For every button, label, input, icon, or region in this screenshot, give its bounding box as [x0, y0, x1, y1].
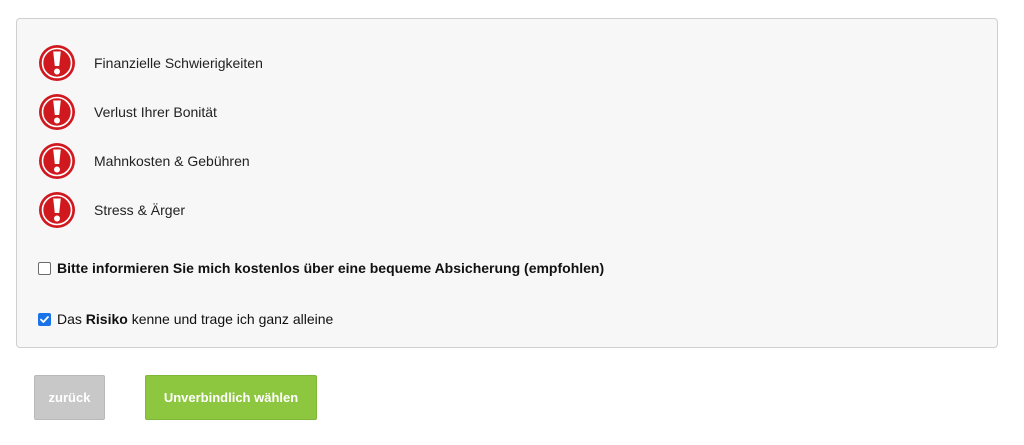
risk-label: Stress & Ärger	[94, 201, 186, 218]
choose-button[interactable]: Unverbindlich wählen	[145, 375, 317, 420]
risk-accept-label[interactable]: Das Risiko kenne und trage ich ganz alle…	[57, 311, 333, 327]
back-button[interactable]: zurück	[34, 375, 105, 420]
exclamation-warning-icon	[39, 93, 75, 130]
risk-accept-checkbox[interactable]	[38, 312, 51, 326]
risk-item: Mahnkosten & Gebühren	[38, 136, 263, 185]
inform-option[interactable]: Bitte informieren Sie mich kostenlos übe…	[38, 260, 604, 276]
risk-label: Mahnkosten & Gebühren	[94, 152, 250, 169]
risk-accept-label-post: kenne und trage ich ganz alleine	[127, 311, 334, 327]
checkmark-icon	[40, 315, 49, 323]
inform-label[interactable]: Bitte informieren Sie mich kostenlos übe…	[57, 260, 604, 276]
risk-accept-option[interactable]: Das Risiko kenne und trage ich ganz alle…	[38, 311, 333, 327]
risk-list: Finanzielle Schwierigkeiten Verlust Ihre…	[38, 38, 263, 234]
risk-item: Stress & Ärger	[38, 185, 263, 234]
risk-item: Verlust Ihrer Bonität	[38, 87, 263, 136]
exclamation-warning-icon	[39, 142, 75, 179]
risk-accept-label-bold: Risiko	[85, 311, 128, 327]
risk-label: Finanzielle Schwierigkeiten	[94, 54, 263, 71]
risk-accept-label-pre: Das	[57, 311, 86, 327]
risk-item: Finanzielle Schwierigkeiten	[38, 38, 263, 87]
exclamation-warning-icon	[39, 191, 75, 228]
exclamation-warning-icon	[39, 44, 75, 81]
risk-panel: Finanzielle Schwierigkeiten Verlust Ihre…	[16, 18, 998, 348]
risk-label: Verlust Ihrer Bonität	[94, 103, 217, 120]
inform-checkbox[interactable]	[38, 261, 51, 275]
